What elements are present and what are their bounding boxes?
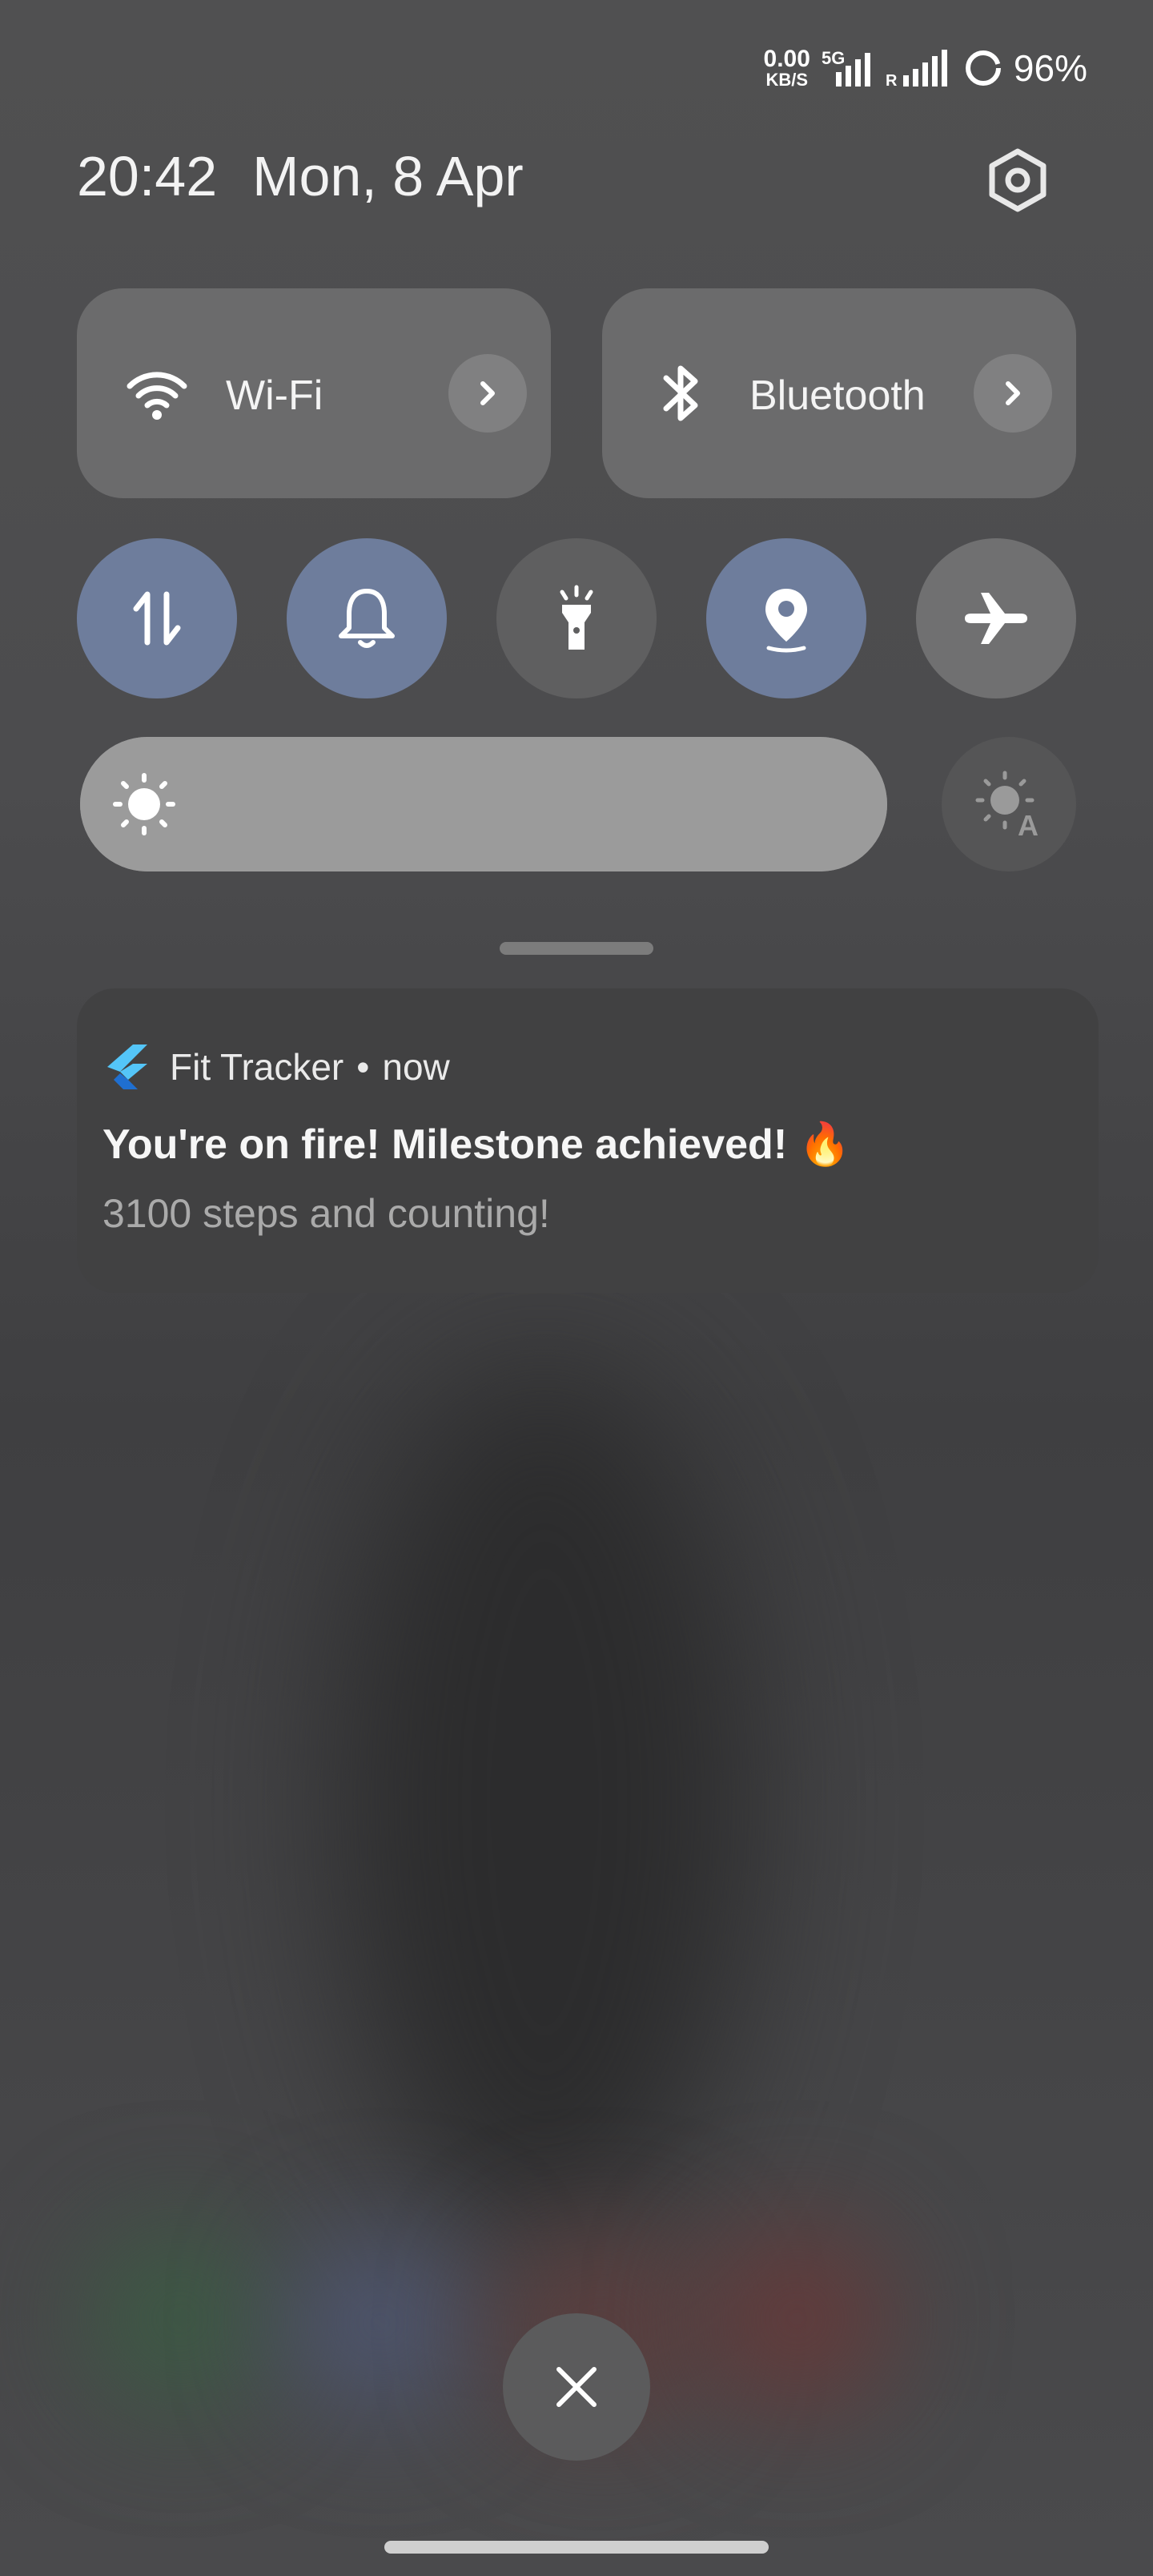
close-icon [556,2367,597,2407]
location-toggle[interactable] [706,538,866,698]
auto-brightness-button[interactable]: A [942,737,1076,871]
bluetooth-tile[interactable]: Bluetooth [602,288,1076,498]
airplane-mode-toggle[interactable] [916,538,1076,698]
notification-separator: • [356,1046,370,1088]
home-indicator[interactable] [384,2541,769,2554]
bell-icon [339,589,395,648]
status-bar: 0.00 KB/S 5G R 96% [764,40,1087,96]
fit-tracker-app-icon [107,1044,147,1089]
battery-level: 96% [1013,47,1087,89]
chevron-right-icon [480,381,495,405]
notification-title: You're on fire! Milestone achieved! 🔥 [102,1121,851,1168]
wifi-tile[interactable]: Wi-Fi [77,288,551,498]
cellular-roaming-signal-icon: R [886,50,947,88]
panel-drag-handle[interactable] [500,942,653,955]
sound-toggle[interactable] [287,538,447,698]
clock-date: Mon, 8 Apr [252,145,524,207]
wifi-label: Wi-Fi [226,372,323,419]
mobile-data-toggle[interactable] [77,538,237,698]
brightness-slider[interactable] [80,737,887,871]
notification-time: now [382,1046,450,1088]
cellular-5g-signal-icon: 5G [822,48,870,87]
roaming-label: R [886,72,898,88]
sun-icon [113,773,175,835]
notification-card[interactable]: Fit Tracker • now You're on fire! Milest… [77,988,1099,1293]
airplane-icon [965,593,1027,644]
gear-icon [989,148,1047,212]
date-time: 20:42 Mon, 8 Apr [77,144,524,208]
network-speed-value: 0.00 [763,46,810,72]
auto-brightness-label: A [1018,809,1039,839]
wifi-icon [127,372,187,420]
auto-brightness-icon: A [975,771,1039,839]
flashlight-toggle[interactable] [496,538,657,698]
data-arrows-icon [133,591,181,646]
notification-body: 3100 steps and counting! [102,1191,550,1236]
network-speed-unit: KB/S [765,70,808,90]
location-pin-icon [765,589,807,653]
wifi-expand-button[interactable] [448,354,527,433]
battery-ring-icon [965,50,1001,86]
notification-app-name: Fit Tracker [170,1046,344,1088]
bluetooth-icon [663,365,698,421]
bluetooth-label: Bluetooth [749,372,926,419]
network-type-label: 5G [822,48,845,68]
clock-time: 20:42 [77,145,218,207]
brightness-fill [80,737,887,871]
settings-button[interactable] [982,144,1054,216]
flashlight-icon [560,585,593,650]
clear-notifications-button[interactable] [503,2313,650,2461]
bluetooth-expand-button[interactable] [974,354,1052,433]
network-speed: 0.00 KB/S [764,47,810,89]
notification-header: Fit Tracker • now [106,1043,450,1091]
chevron-right-icon [1006,381,1020,405]
